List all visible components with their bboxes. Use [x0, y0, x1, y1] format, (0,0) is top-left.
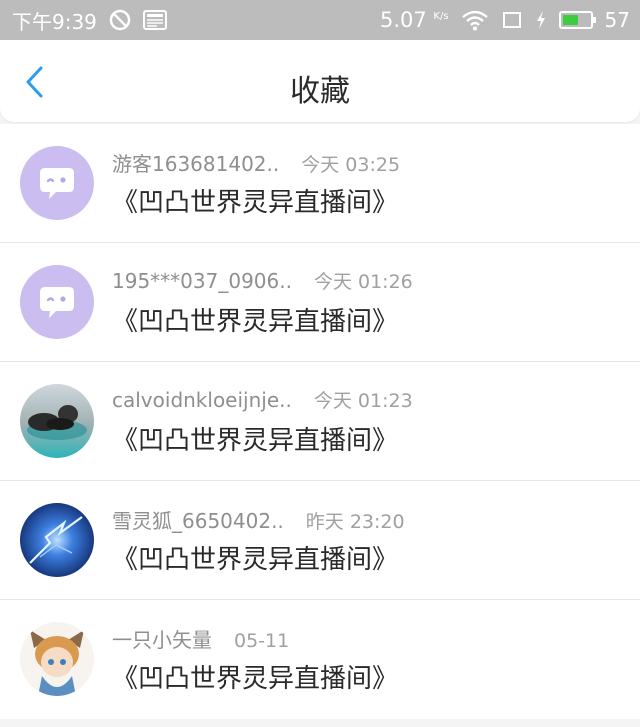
default-avatar-icon: [20, 265, 94, 339]
wifi-icon: [461, 9, 489, 31]
favorites-list: 游客163681402.. 今天 03:25 《凹凸世界灵异直播间》 195***…: [0, 124, 640, 719]
avatar: [20, 146, 94, 220]
username: 雪灵狐_6650402..: [112, 509, 284, 533]
battery-fill: [562, 15, 578, 25]
favorite-meta: 195***037_0906.. 今天 01:26: [112, 267, 413, 294]
header: 收藏: [0, 40, 640, 122]
favorite-meta: 一只小矢量 05-11: [112, 624, 289, 653]
room-title: 《凹凸世界灵异直播间》: [112, 664, 399, 694]
timestamp: 今天 01:26: [313, 271, 413, 293]
favorite-meta: 雪灵狐_6650402.. 昨天 23:20: [112, 505, 405, 534]
battery-icon: [558, 11, 596, 29]
default-avatar-icon: [20, 146, 94, 220]
status-bar: 下午9:39 5.07 K/s 57: [0, 0, 640, 40]
room-title: 《凹凸世界灵异直播间》: [112, 188, 399, 218]
network-speed: 5.07 K/s: [380, 8, 449, 32]
avatar: [20, 265, 94, 339]
anime-avatar-icon: [20, 622, 94, 696]
clock: 下午9:39: [12, 9, 97, 34]
timestamp: 今天 03:25: [301, 154, 401, 176]
favorite-item[interactable]: calvoidnkloeijnje.. 今天 01:23 《凹凸世界灵异直播间》: [0, 362, 640, 481]
favorite-item[interactable]: 一只小矢量 05-11 《凹凸世界灵异直播间》: [0, 600, 640, 719]
network-speed-value: 5.07: [379, 8, 427, 32]
sim-card-icon: [501, 9, 523, 31]
page-title: 收藏: [290, 74, 350, 109]
username: calvoidnkloeijnje..: [112, 388, 292, 412]
username: 游客163681402..: [112, 152, 280, 176]
do-not-disturb-icon: [109, 9, 131, 31]
charging-icon: [535, 10, 547, 30]
timestamp: 今天 01:23: [313, 390, 413, 412]
photo-avatar-icon: [20, 384, 94, 458]
battery-percent: 57: [604, 8, 630, 32]
avatar: [20, 503, 94, 577]
avatar: [20, 384, 94, 458]
room-title: 《凹凸世界灵异直播间》: [112, 426, 399, 456]
timestamp: 昨天 23:20: [305, 511, 405, 533]
favorite-item[interactable]: 游客163681402.. 今天 03:25 《凹凸世界灵异直播间》: [0, 124, 640, 243]
favorite-item[interactable]: 雪灵狐_6650402.. 昨天 23:20 《凹凸世界灵异直播间》: [0, 481, 640, 600]
room-title: 《凹凸世界灵异直播间》: [112, 545, 399, 575]
username: 一只小矢量: [112, 628, 212, 652]
photo-avatar-icon: [20, 503, 94, 577]
favorite-meta: 游客163681402.. 今天 03:25: [112, 148, 400, 177]
username: 195***037_0906..: [112, 269, 292, 293]
network-speed-unit: K/s: [433, 11, 449, 22]
avatar: [20, 622, 94, 696]
favorite-meta: calvoidnkloeijnje.. 今天 01:23: [112, 386, 413, 413]
room-title: 《凹凸世界灵异直播间》: [112, 307, 399, 337]
news-notification-icon: [142, 9, 167, 31]
timestamp: 05-11: [234, 630, 290, 652]
favorite-item[interactable]: 195***037_0906.. 今天 01:26 《凹凸世界灵异直播间》: [0, 243, 640, 362]
